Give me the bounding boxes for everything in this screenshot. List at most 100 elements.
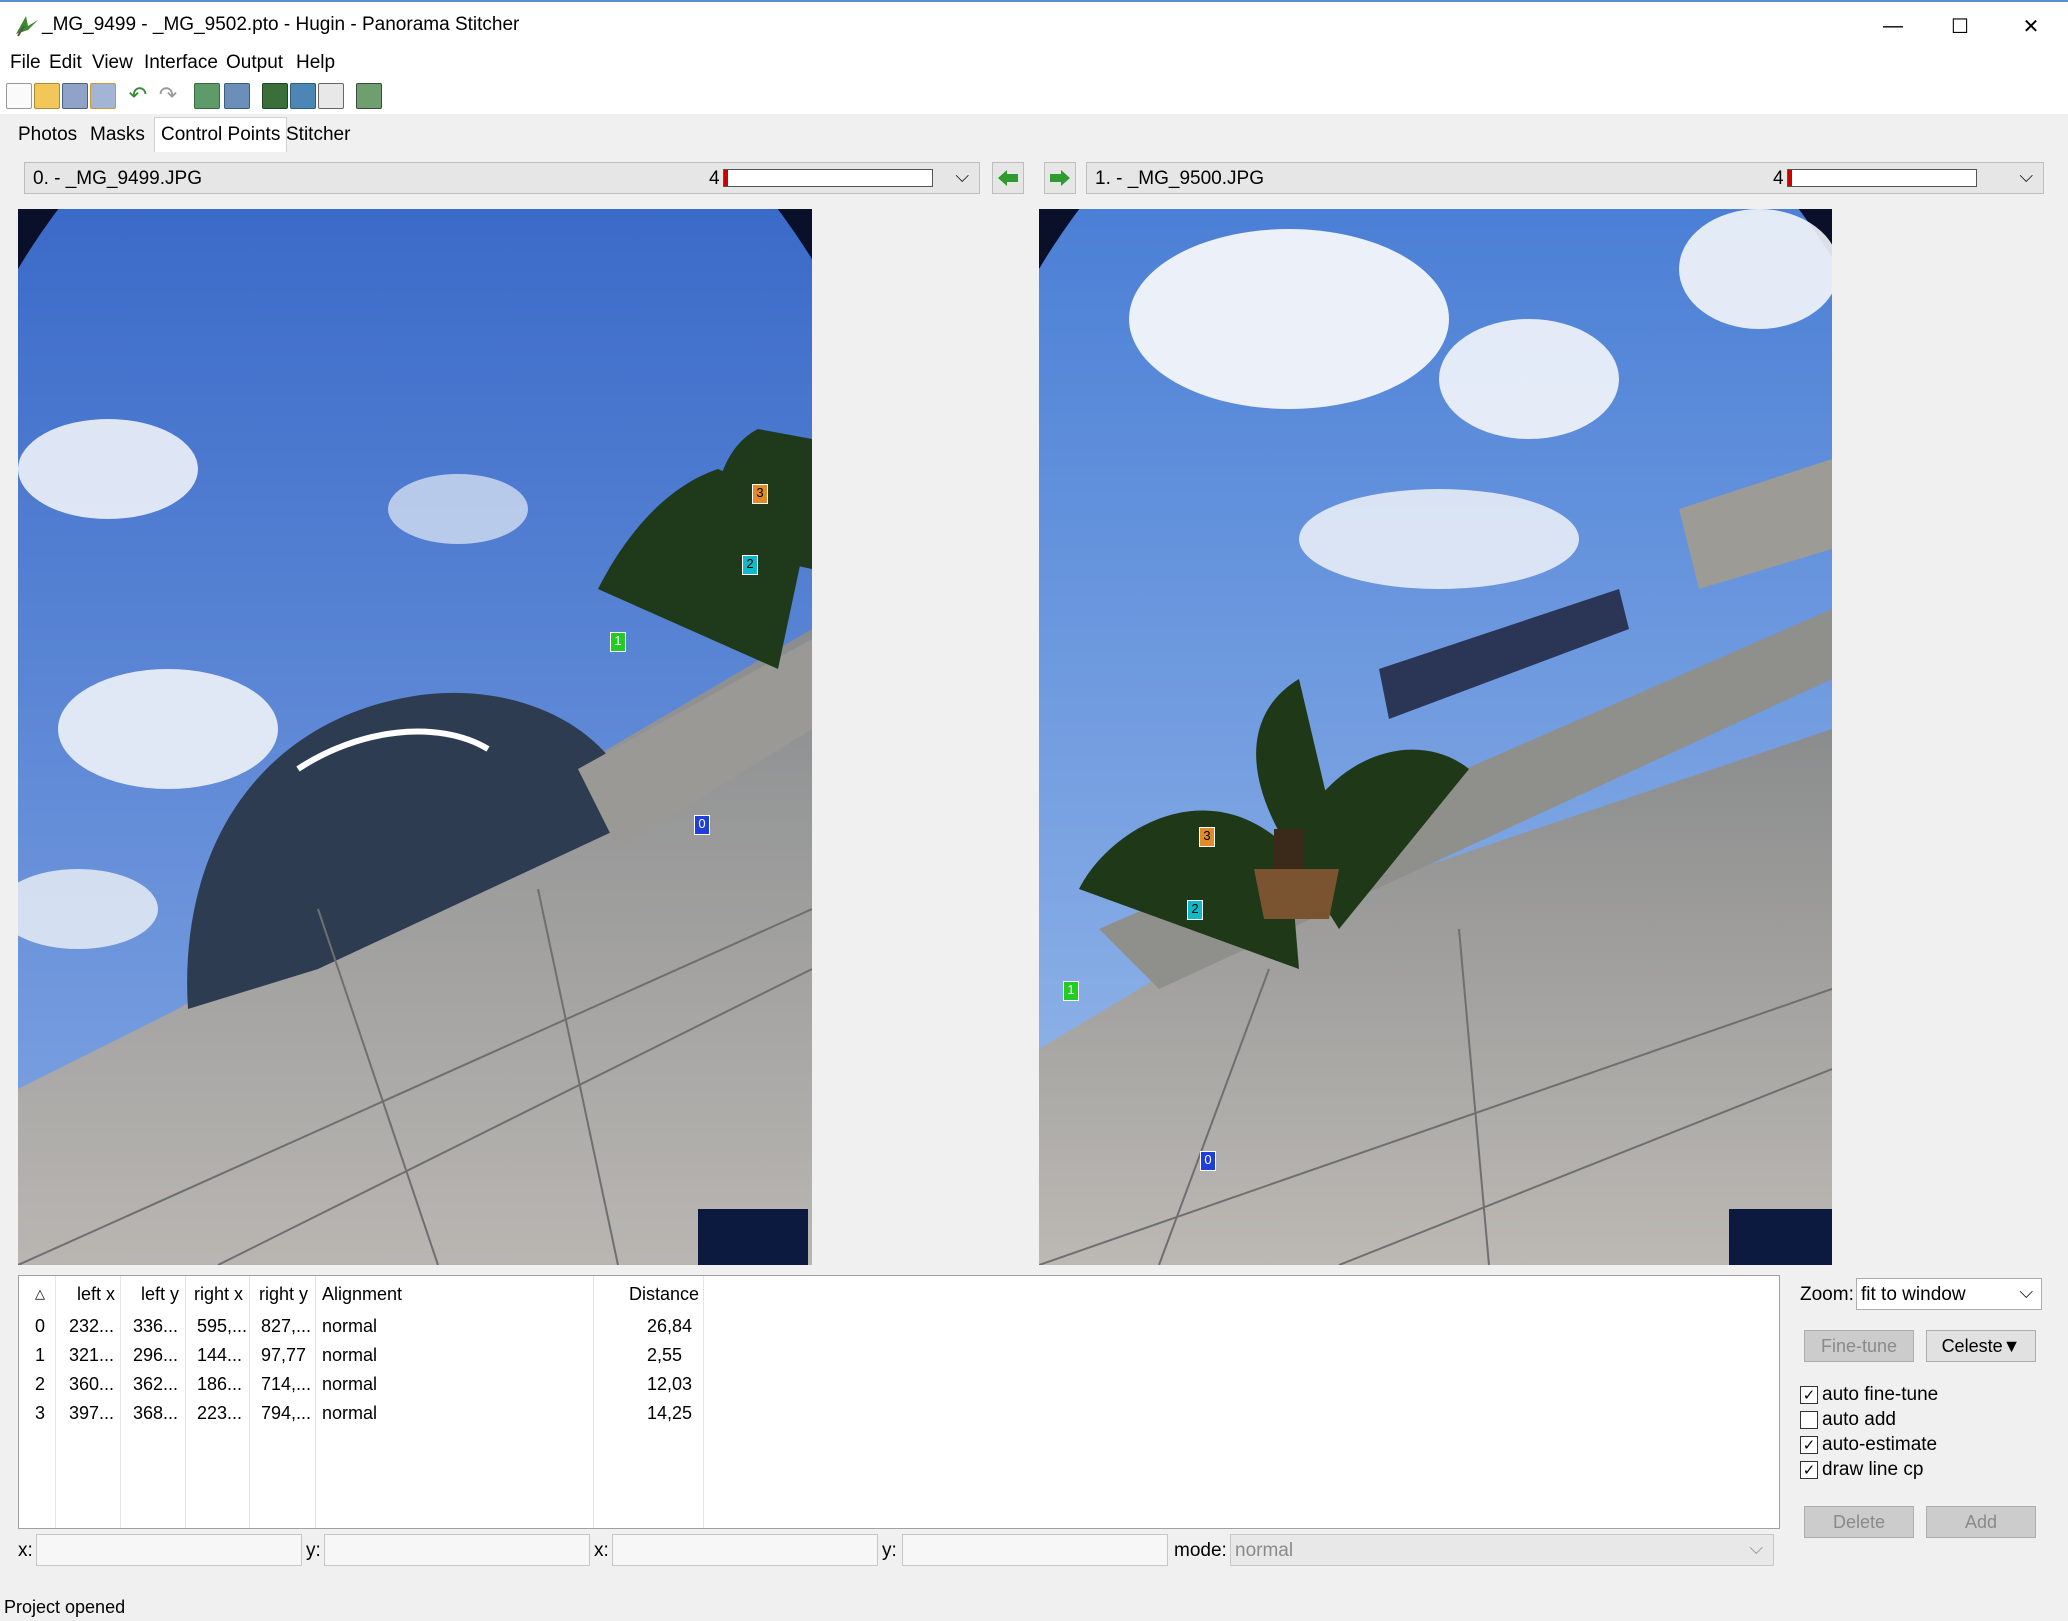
right-image-label: 1. - _MG_9500.JPG	[1095, 168, 1264, 189]
table-row[interactable]: 1 321... 296... 144... 97,77 normal 2,55	[19, 1343, 719, 1371]
left-y-field[interactable]	[324, 1534, 590, 1566]
fast-preview-icon[interactable]	[318, 83, 344, 109]
checkbox-box[interactable]: ✓	[1800, 1386, 1818, 1404]
cp-marker-2[interactable]: 2	[742, 555, 758, 575]
prev-image-button[interactable]	[992, 162, 1024, 194]
menu-edit[interactable]: Edit	[45, 52, 86, 74]
cp-marker-1[interactable]: 1	[610, 632, 626, 652]
right-image-canvas[interactable]: 0 1 2 3	[1039, 209, 1832, 1265]
header-left-y[interactable]: left y	[141, 1284, 179, 1305]
menu-interface[interactable]: Interface	[140, 52, 222, 74]
header-distance[interactable]: Distance	[629, 1284, 699, 1305]
table-cell-dist: 14,25	[647, 1403, 693, 1423]
redo-icon[interactable]: ↷	[156, 83, 180, 107]
add-images-series-icon[interactable]	[224, 83, 250, 109]
tab-control-points[interactable]: Control Points	[154, 117, 288, 152]
cp-marker-1[interactable]: 1	[1063, 981, 1079, 1001]
header-left-x[interactable]: left x	[77, 1284, 115, 1305]
table-cell-ly: 296...	[133, 1345, 179, 1365]
tab-stitcher[interactable]: Stitcher	[280, 120, 356, 150]
tab-photos[interactable]: Photos	[12, 120, 83, 150]
status-bar: Project opened	[0, 1594, 2068, 1621]
right-x-field[interactable]	[612, 1534, 878, 1566]
table-cell-rx: 223...	[197, 1403, 243, 1423]
fine-tune-button[interactable]: Fine-tune	[1804, 1330, 1914, 1362]
checkbox-label: draw line cp	[1822, 1459, 1924, 1480]
table-cell-rx: 144...	[197, 1345, 243, 1365]
next-image-button[interactable]	[1044, 162, 1076, 194]
table-cell-align: normal	[322, 1374, 378, 1394]
left-x-label: x:	[18, 1540, 33, 1561]
table-cell-align: normal	[322, 1403, 378, 1423]
cp-marker-3[interactable]: 3	[1199, 827, 1215, 847]
left-image-canvas[interactable]: 0 1 2 3	[18, 209, 812, 1265]
delete-button[interactable]: Delete	[1804, 1506, 1914, 1538]
table-cell-align: normal	[322, 1316, 378, 1336]
checkbox-label: auto fine-tune	[1822, 1384, 1939, 1405]
layout-icon[interactable]	[356, 83, 382, 109]
table-row[interactable]: 3 397... 368... 223... 794,... normal 14,25	[19, 1401, 719, 1429]
check-icon: ✓	[1802, 1461, 1816, 1479]
chevron-down-icon: ⌵	[955, 166, 969, 186]
right-cp-count: 4	[1773, 168, 1784, 189]
maximize-button[interactable]: ☐	[1927, 2, 1993, 50]
cp-marker-0[interactable]: 0	[694, 815, 710, 835]
table-cell-ly: 368...	[133, 1403, 179, 1423]
right-photo	[1039, 209, 1832, 1265]
add-images-icon[interactable]	[194, 83, 220, 109]
right-x-label: x:	[594, 1540, 609, 1561]
arrow-left-icon	[998, 170, 1018, 186]
left-y-label: y:	[306, 1540, 321, 1561]
right-image-select[interactable]: 1. - _MG_9500.JPG 4 ⌵	[1086, 162, 2044, 194]
add-button[interactable]: Add	[1926, 1506, 2036, 1538]
table-cell-rx: 186...	[197, 1374, 243, 1394]
table-row[interactable]: 0 232... 336... 595,... 827,... normal 26,84	[19, 1314, 719, 1342]
table-cell-align: normal	[322, 1345, 378, 1365]
menu-file[interactable]: File	[6, 52, 45, 74]
header-right-x[interactable]: right x	[194, 1284, 243, 1305]
checkbox-box[interactable]	[1800, 1411, 1818, 1429]
hugin-app-icon	[16, 16, 38, 37]
checkbox-label: auto add	[1822, 1409, 1896, 1430]
header-alignment[interactable]: Alignment	[322, 1284, 402, 1305]
table-cell-id: 2	[35, 1374, 46, 1394]
control-point-table[interactable]: △ left x left y right x right y Alignmen…	[18, 1275, 1780, 1529]
new-project-icon[interactable]	[6, 83, 32, 109]
right-y-field[interactable]	[902, 1534, 1168, 1566]
table-cell-ry: 794,...	[261, 1403, 312, 1423]
mode-select[interactable]: normal ⌵	[1230, 1534, 1774, 1566]
table-cell-ly: 362...	[133, 1374, 179, 1394]
checkbox-box[interactable]: ✓	[1800, 1461, 1818, 1479]
save-as-icon[interactable]	[90, 83, 116, 109]
table-cell-id: 1	[35, 1345, 46, 1365]
left-image-select[interactable]: 0. - _MG_9499.JPG 4 ⌵	[24, 162, 980, 194]
cp-marker-0[interactable]: 0	[1200, 1151, 1216, 1171]
close-button[interactable]: ✕	[1998, 2, 2064, 50]
cp-marker-2[interactable]: 2	[1187, 900, 1203, 920]
cp-marker-3[interactable]: 3	[752, 484, 768, 504]
maximize-icon: ☐	[1951, 15, 1969, 38]
tab-masks[interactable]: Masks	[84, 120, 151, 150]
save-icon[interactable]	[62, 83, 88, 109]
sort-indicator-icon[interactable]: △	[35, 1286, 45, 1302]
toolbar: ↶ ↷	[0, 78, 2068, 114]
minimize-icon: —	[1883, 14, 1903, 37]
left-x-field[interactable]	[36, 1534, 302, 1566]
menu-view[interactable]: View	[88, 52, 137, 74]
table-row[interactable]: 2 360... 362... 186... 714,... normal 12,03	[19, 1372, 719, 1400]
left-cp-count: 4	[709, 168, 720, 189]
optimize-icon[interactable]	[262, 83, 288, 109]
preview-icon[interactable]	[290, 83, 316, 109]
checkbox-box[interactable]: ✓	[1800, 1436, 1818, 1454]
header-right-y[interactable]: right y	[259, 1284, 308, 1305]
minimize-button[interactable]: —	[1860, 2, 1926, 50]
open-project-icon[interactable]	[34, 83, 60, 109]
menu-bar: File Edit View Interface Output Help	[0, 50, 2068, 78]
undo-icon[interactable]: ↶	[126, 83, 150, 107]
menu-help[interactable]: Help	[292, 52, 339, 74]
status-text: Project opened	[4, 1597, 126, 1617]
celeste-button[interactable]: Celeste▼	[1926, 1330, 2036, 1362]
zoom-select[interactable]: fit to window ⌵	[1856, 1278, 2042, 1310]
close-icon: ✕	[2022, 15, 2040, 38]
menu-output[interactable]: Output	[222, 52, 287, 74]
